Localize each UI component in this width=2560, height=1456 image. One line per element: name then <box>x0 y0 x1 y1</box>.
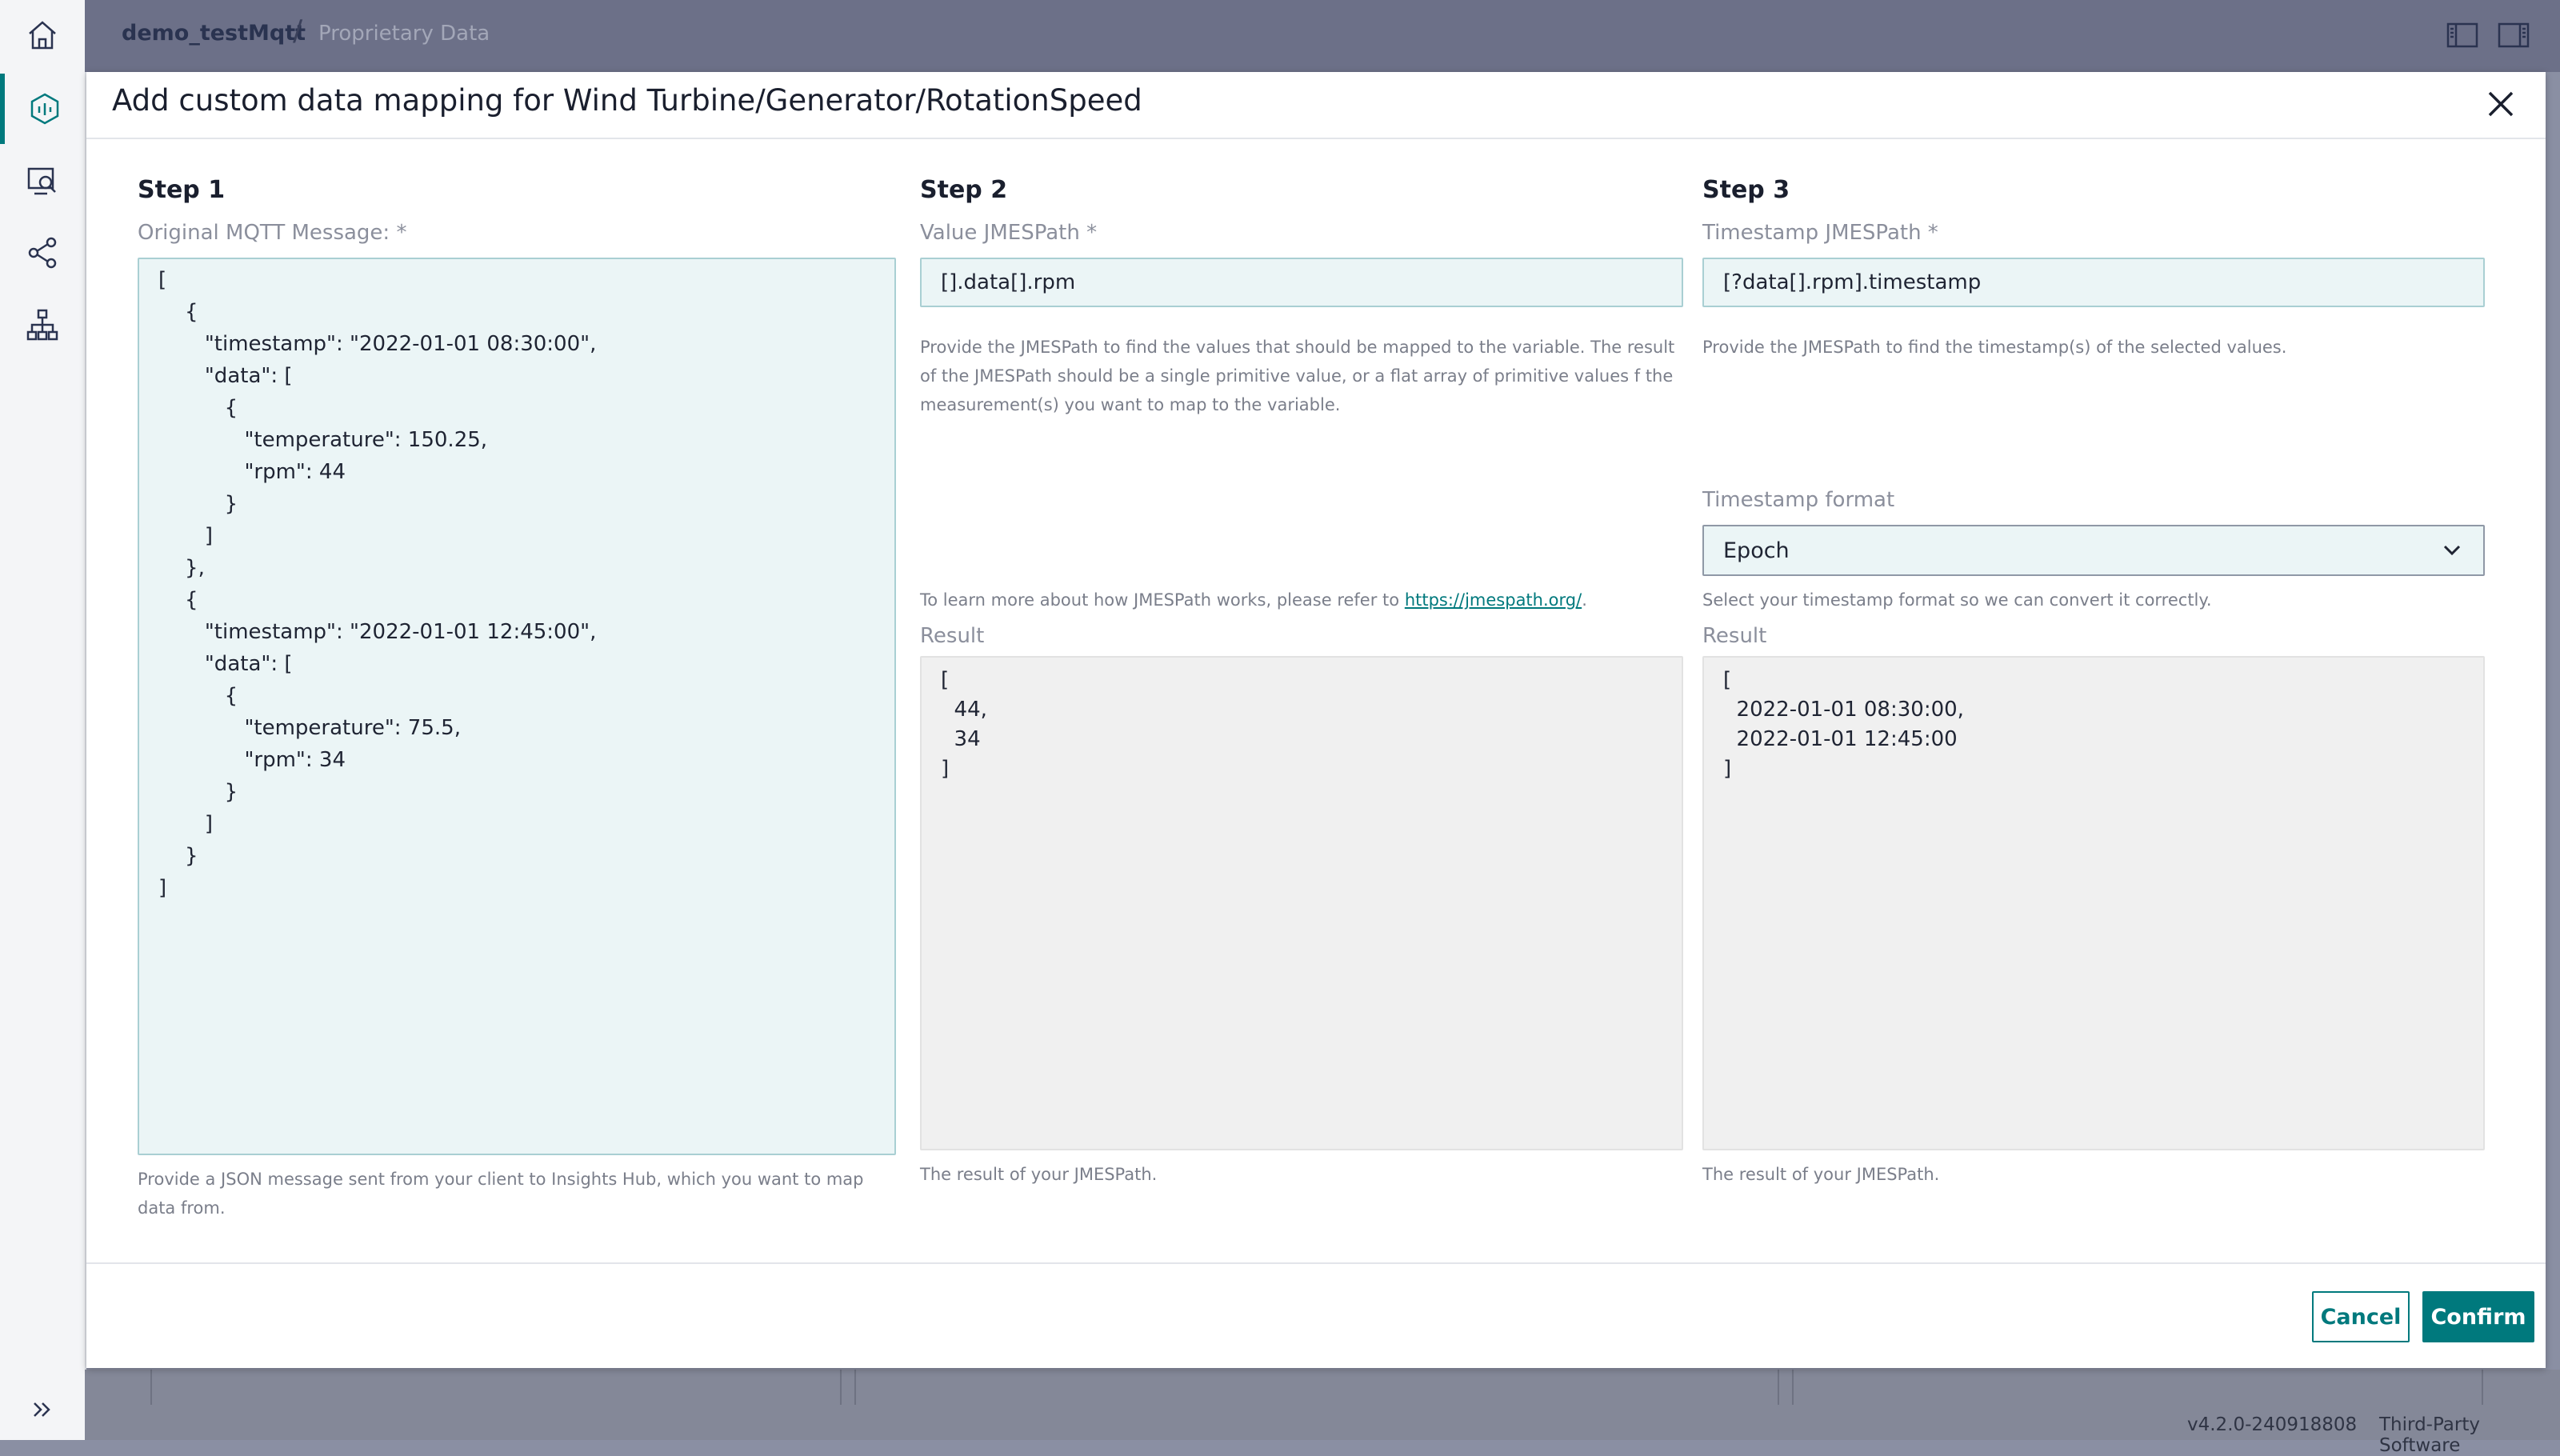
data-nav-button[interactable] <box>0 74 85 144</box>
close-icon[interactable] <box>2485 88 2517 120</box>
value-result-box: [ 44, 34 ] <box>920 656 1683 1150</box>
cancel-button[interactable]: Cancel <box>2312 1291 2410 1342</box>
timestamp-jmespath-value: [?data[].rpm].timestamp <box>1723 270 1982 294</box>
data-analysis-icon <box>30 93 59 125</box>
monitor-nav-button[interactable] <box>0 146 85 216</box>
share-nav-button[interactable] <box>0 218 85 288</box>
hierarchy-nav-button[interactable] <box>0 290 85 360</box>
learn-more-text: To learn more about how JMESPath works, … <box>920 586 1683 614</box>
timestamp-jmespath-hint: Provide the JMESPath to find the timesta… <box>1702 338 2287 357</box>
value-jmespath-input[interactable]: [].data[].rpm <box>920 258 1683 307</box>
hierarchy-icon <box>26 309 58 341</box>
step1-heading: Step 1 <box>138 176 226 204</box>
background-column <box>854 1370 1779 1405</box>
step1-column: Step 1 <box>138 176 896 211</box>
expand-rail-button[interactable] <box>0 1374 85 1445</box>
divider <box>86 1262 2546 1264</box>
breadcrumb-page: Proprietary Data <box>318 22 490 46</box>
step2-heading: Step 2 <box>920 176 1008 204</box>
step3-heading: Step 3 <box>1702 176 1790 204</box>
step3-column: Step 3 <box>1702 176 2461 211</box>
learn-more-prefix: To learn more about how JMESPath works, … <box>920 590 1400 610</box>
third-party-link[interactable]: Third-Party Software <box>2379 1414 2560 1456</box>
breadcrumb-app[interactable]: demo_testMqtt <box>122 21 306 46</box>
divider <box>86 138 2546 139</box>
dialog-title: Add custom data mapping for Wind Turbine… <box>112 83 1142 118</box>
value-result-hint: The result of your JMESPath. <box>920 1165 1158 1184</box>
breadcrumb-separator: / <box>293 14 303 47</box>
learn-more-suffix: . <box>1582 590 1587 610</box>
share-icon <box>28 237 57 269</box>
timestamp-format-value: Epoch <box>1723 538 1790 563</box>
sidebar-left-toggle-icon[interactable] <box>2446 21 2478 50</box>
background-column <box>1792 1370 2483 1405</box>
sidebar-right-toggle-icon[interactable] <box>2498 21 2530 50</box>
home-icon <box>29 21 56 50</box>
timestamp-result-hint: The result of your JMESPath. <box>1702 1165 1940 1184</box>
value-jmespath-value: [].data[].rpm <box>941 270 1076 294</box>
version-label: v4.2.0-240918808 <box>2187 1414 2358 1435</box>
left-nav-rail <box>0 0 86 1440</box>
home-nav-button[interactable] <box>0 0 85 70</box>
timestamp-format-select[interactable]: Epoch <box>1702 525 2485 576</box>
custom-mapping-dialog: Add custom data mapping for Wind Turbine… <box>86 72 2546 1368</box>
original-message-label: Original MQTT Message: * <box>138 221 407 245</box>
monitor-search-icon <box>27 167 56 195</box>
expand-icon <box>34 1402 50 1417</box>
timestamp-jmespath-label: Timestamp JMESPath * <box>1702 221 1938 245</box>
step2-column: Step 2 <box>920 176 1678 211</box>
timestamp-result-label: Result <box>1702 624 1767 648</box>
timestamp-format-label: Timestamp format <box>1702 488 1895 512</box>
background-column <box>150 1370 842 1405</box>
value-result-label: Result <box>920 624 985 648</box>
original-message-textarea[interactable]: [ { "timestamp": "2022-01-01 08:30:00", … <box>138 258 896 1155</box>
timestamp-jmespath-input[interactable]: [?data[].rpm].timestamp <box>1702 258 2485 307</box>
timestamp-format-hint: Select your timestamp format so we can c… <box>1702 590 2212 610</box>
timestamp-result-box: [ 2022-01-01 08:30:00, 2022-01-01 12:45:… <box>1702 656 2485 1150</box>
chevron-down-icon <box>2443 545 2461 556</box>
jmespath-link[interactable]: https://jmespath.org/ <box>1405 590 1582 610</box>
confirm-button[interactable]: Confirm <box>2422 1291 2534 1342</box>
value-jmespath-label: Value JMESPath * <box>920 221 1098 245</box>
original-message-hint: Provide a JSON message sent from your cl… <box>138 1170 864 1218</box>
value-jmespath-hint: Provide the JMESPath to find the values … <box>920 338 1675 414</box>
